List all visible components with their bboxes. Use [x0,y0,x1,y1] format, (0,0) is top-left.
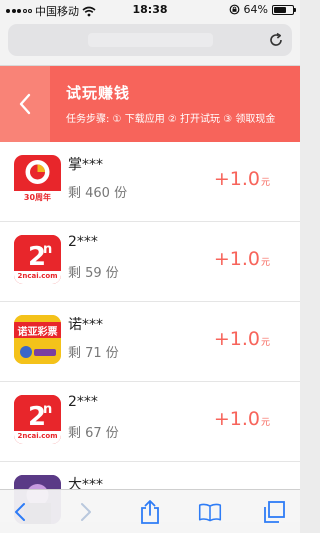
2ncai-app-icon: 2 n 2ncai.com [14,235,61,284]
task-steps: 任务步骤: ① 下载应用 ② 打开试玩 ③ 领取现金 [66,114,276,125]
reward-amount: +1.0元 [214,168,270,190]
orientation-lock-icon [229,4,239,15]
chevron-left-icon [19,93,31,115]
back-button[interactable] [0,66,50,142]
address-bar[interactable] [8,24,292,56]
list-item[interactable]: 2 n 2ncai.com 2*** 剩 59 份 +1.0元 [0,222,300,302]
reward-amount: +1.0元 [214,408,270,430]
task-list: 30周年 掌*** 剩 460 份 +1.0元 2 n 2ncai.com 2*… [0,142,300,524]
reward-amount: +1.0元 [214,328,270,350]
2ncai-app-icon: 2 n 2ncai.com [14,395,61,444]
app-name: 2*** [68,394,98,410]
2ncai-icon-label: 2ncai.com [17,272,58,280]
browser-toolbar [0,489,300,533]
status-right: 64% [229,3,296,16]
page-header: 试玩赚钱 任务步骤: ① 下载应用 ② 打开试玩 ③ 领取现金 [0,66,300,142]
zhang-icon-label: 30周年 [23,193,52,202]
url-text [88,33,213,47]
list-item[interactable]: 诺亚彩票 诺*** 剩 71 份 +1.0元 [0,302,300,382]
reward-value: +1.0 [213,248,260,270]
list-item[interactable]: 2 n 2ncai.com 2*** 剩 67 份 +1.0元 [0,382,300,462]
app-name: 2*** [68,234,98,250]
browser-url-area [0,20,300,66]
reward-unit: 元 [260,258,270,268]
svg-text:n: n [43,242,52,257]
app-name: 掌*** [68,157,103,173]
remaining-count: 剩 71 份 [68,346,119,361]
list-item[interactable]: 30周年 掌*** 剩 460 份 +1.0元 [0,142,300,222]
page-title: 试玩赚钱 [66,84,131,102]
reward-value: +1.0 [213,328,260,350]
reward-value: +1.0 [213,168,260,190]
reward-unit: 元 [260,418,270,428]
2ncai-icon-label: 2ncai.com [17,432,58,440]
battery-icon [272,4,296,15]
back-arrow-icon[interactable] [8,500,32,524]
app-name: 诺*** [68,317,103,333]
reward-unit: 元 [260,178,270,188]
nuoya-icon-label: 诺亚彩票 [17,327,58,338]
remaining-count: 剩 460 份 [68,186,128,201]
page: 中国移动 18:38 64% 试玩赚钱 任务步骤: ① 下载应用 ② 打开试玩 … [0,0,300,533]
status-bar: 中国移动 18:38 64% [0,0,300,20]
reward-unit: 元 [260,338,270,348]
nuoya-app-icon: 诺亚彩票 [14,315,61,364]
tabs-icon[interactable] [262,500,286,524]
reward-amount: +1.0元 [214,248,270,270]
battery-fill [274,6,286,13]
bookmarks-icon[interactable] [198,500,222,524]
reward-value: +1.0 [213,408,260,430]
share-icon[interactable] [138,500,162,524]
forward-arrow-icon[interactable] [74,500,98,524]
reload-icon[interactable] [268,32,284,48]
remaining-count: 剩 59 份 [68,266,119,281]
svg-text:n: n [43,402,52,417]
remaining-count: 剩 67 份 [68,426,119,441]
battery-percent: 64% [243,3,268,16]
zhang-app-icon: 30周年 [14,155,61,204]
